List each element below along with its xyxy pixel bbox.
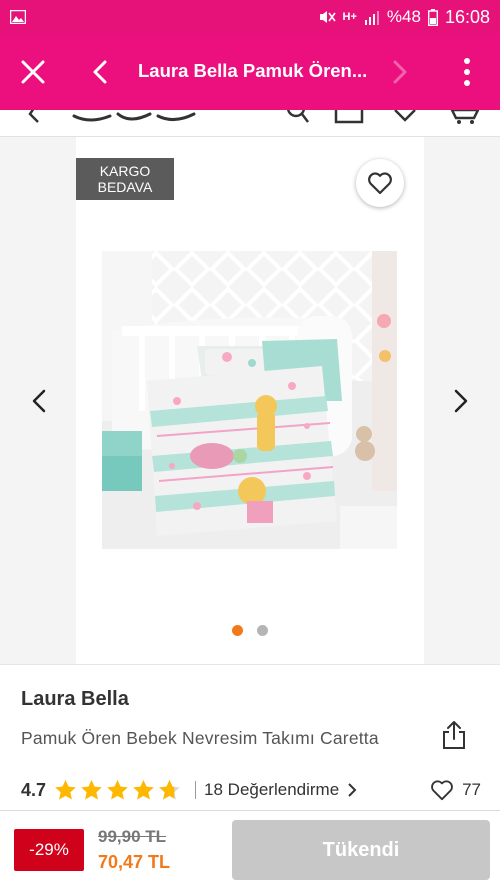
likes[interactable]: 77 <box>430 779 481 801</box>
prev-image-arrow-icon[interactable] <box>30 388 48 414</box>
site-header <box>0 110 500 137</box>
mute-icon <box>319 11 336 23</box>
discount-badge: -29% <box>14 829 84 871</box>
app-toolbar: Laura Bella Pamuk Ören... <box>0 34 500 110</box>
clock: 16:08 <box>444 6 490 27</box>
search-icon[interactable] <box>286 110 310 126</box>
network-type: H+ <box>342 11 357 23</box>
more-options-icon[interactable] <box>456 56 478 88</box>
favorites-icon[interactable] <box>392 110 418 126</box>
reviews-count: 18 Değerlendirme <box>204 780 340 799</box>
star-half-icon <box>159 779 180 800</box>
close-icon[interactable] <box>20 59 46 85</box>
forward-arrow-icon[interactable] <box>390 59 410 85</box>
rating-row: 4.7 18 Değerlendirme 77 <box>21 776 481 804</box>
pagination-dot[interactable] <box>257 625 268 636</box>
heart-icon <box>368 172 392 195</box>
chevron-right-icon <box>348 783 357 797</box>
next-image-arrow-icon[interactable] <box>452 388 470 414</box>
share-icon[interactable] <box>441 720 467 750</box>
star-icon <box>81 779 102 800</box>
rating-stars <box>54 779 181 801</box>
pagination-dot-active[interactable] <box>232 625 243 636</box>
battery-percent: %48 <box>386 7 421 26</box>
image-pagination <box>232 625 268 636</box>
product-image[interactable] <box>102 251 397 549</box>
menu-back-icon[interactable] <box>24 110 44 124</box>
product-brand[interactable]: Laura Bella <box>21 688 129 711</box>
page-title: Laura Bella Pamuk Ören... <box>138 60 368 81</box>
reviews-link[interactable]: 18 Değerlendirme <box>204 780 357 800</box>
old-price: 99,90 TL <box>98 827 167 846</box>
back-arrow-icon[interactable] <box>90 59 110 85</box>
gallery-notification-icon <box>10 10 26 24</box>
heart-outline-icon <box>431 780 453 801</box>
signal-icon <box>364 10 379 25</box>
product-name: Pamuk Ören Bebek Nevresim Takımı Caretta <box>21 728 379 748</box>
site-logo <box>72 112 196 122</box>
star-icon <box>107 779 128 800</box>
status-bar: H+ %48 16:08 <box>0 0 500 34</box>
badge-line-1: KARGO <box>99 163 151 179</box>
star-icon <box>55 779 76 800</box>
divider <box>195 781 197 799</box>
favorite-button[interactable] <box>356 159 404 207</box>
badge-line-2: BEDAVA <box>97 179 153 195</box>
current-price: 70,47 TL <box>98 852 171 872</box>
star-icon <box>133 779 154 800</box>
account-icon[interactable] <box>334 110 364 126</box>
likes-count: 77 <box>462 780 481 799</box>
free-shipping-badge: KARGO BEDAVA <box>76 158 174 200</box>
rating-value: 4.7 <box>21 779 47 800</box>
cart-icon[interactable] <box>450 110 480 126</box>
sold-out-button[interactable]: Tükendi <box>232 820 490 880</box>
battery-icon <box>427 8 438 26</box>
